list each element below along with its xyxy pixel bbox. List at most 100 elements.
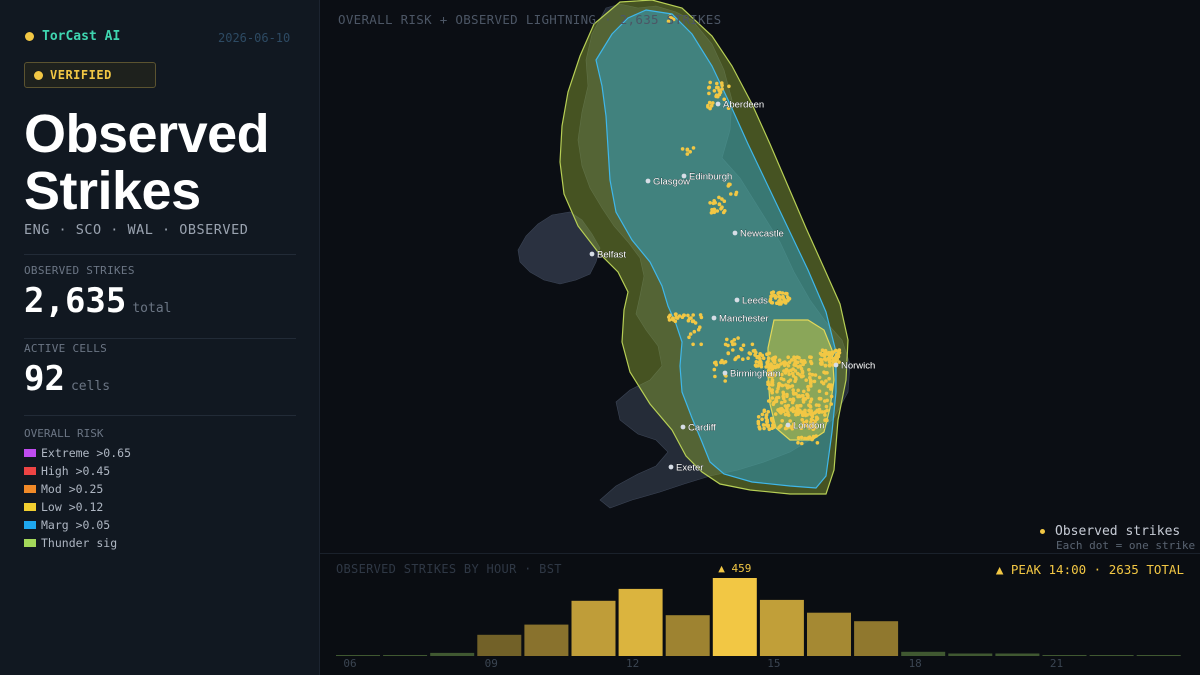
strike-dot: [698, 325, 702, 330]
strike-dot: [779, 400, 784, 405]
strike-dot: [690, 319, 695, 324]
map-canvas[interactable]: Aberdeen EdinburghGlasgow Newcastle Belfast…: [320, 0, 1200, 553]
map-legend-label: Observed strikes: [1055, 524, 1181, 539]
strike-dot: [803, 436, 807, 441]
strike-dot-icon: [1040, 529, 1045, 534]
strike-dot: [762, 426, 766, 431]
strike-dot: [718, 90, 723, 94]
strike-dot: [817, 407, 822, 412]
city-label: Aberdeen: [723, 100, 764, 111]
strike-dot: [817, 389, 822, 394]
divider: [24, 254, 296, 255]
strike-dot: [674, 312, 678, 317]
strike-dot: [823, 413, 827, 417]
strike-dot: [698, 313, 703, 317]
strike-dot: [837, 348, 842, 352]
legend-swatch: [24, 521, 36, 529]
strike-dot: [779, 362, 783, 366]
sidebar: TorCast AI 2026-06-10 VERIFIED Observed …: [0, 0, 320, 675]
strike-dot: [796, 436, 801, 440]
badge-label: VERIFIED: [50, 68, 112, 82]
strike-dot: [771, 420, 775, 424]
strike-dot: [786, 385, 791, 389]
strike-dot: [791, 391, 796, 395]
strike-dot: [790, 400, 795, 405]
strike-dot: [754, 350, 758, 355]
strike-dot: [780, 383, 785, 388]
strike-dot: [717, 202, 722, 207]
strike-dot: [804, 378, 808, 383]
histogram-bar: [383, 655, 428, 656]
strike-dot: [794, 412, 798, 417]
strike-dot: [754, 364, 758, 368]
strike-dot: [688, 332, 693, 336]
legend-item: Marg >0.05: [24, 516, 131, 534]
strike-dot: [781, 377, 786, 382]
strike-dot: [761, 423, 766, 427]
strike-dot: [731, 348, 735, 352]
title-line-1: Observed: [24, 104, 270, 164]
peak-summary: ▲ PEAK 14:00 · 2635 TOTAL: [995, 562, 1184, 577]
strike-dot: [733, 357, 737, 362]
histogram-bar: [336, 655, 380, 656]
strike-dot: [769, 294, 773, 299]
legend-item: Thunder sig: [24, 534, 131, 552]
strike-dot: [815, 441, 820, 445]
legend-label: Marg >0.05: [41, 518, 111, 532]
strike-dot: [820, 380, 824, 384]
strike-dot: [827, 376, 831, 381]
region-subtitle: ENG · SCO · WAL · OBSERVED: [24, 222, 249, 238]
histogram-bar: [618, 588, 663, 656]
map-panel[interactable]: Aberdeen Edinburgh Glasgow Newcastle Belfast…: [320, 0, 1200, 553]
histogram-bar: [807, 612, 851, 656]
strike-dot: [706, 105, 710, 109]
strike-dot: [777, 358, 782, 363]
histogram-bar: [1089, 655, 1134, 656]
strike-dot: [754, 360, 759, 364]
badge-dot-icon: [34, 70, 43, 80]
strike-dot: [772, 358, 777, 363]
city-label: Belfast: [597, 250, 626, 261]
legend-title: OVERALL RISK: [24, 427, 104, 440]
legend-item: High >0.45: [24, 462, 131, 480]
legend-swatch: [24, 467, 36, 475]
city-dot: [833, 362, 839, 368]
strike-dot: [818, 351, 823, 356]
strike-dot: [829, 387, 833, 391]
strike-dot: [790, 384, 795, 388]
strike-dot: [829, 394, 834, 399]
strike-dot: [807, 368, 811, 372]
strike-dot: [750, 342, 755, 347]
strike-dot: [748, 352, 753, 356]
legend-swatch: [24, 485, 36, 493]
strike-dot: [770, 301, 775, 305]
strike-dot: [784, 291, 788, 296]
histogram-bar: [1042, 655, 1087, 656]
strike-dot: [777, 291, 781, 295]
city-marker: Glasgow: [645, 176, 690, 188]
strike-dot: [760, 417, 764, 422]
strike-dot: [764, 415, 768, 420]
strike-dot: [810, 414, 815, 419]
strike-dot: [781, 392, 786, 396]
strike-dot: [766, 424, 770, 429]
city-label: Newcastle: [740, 229, 784, 240]
strike-dot: [723, 209, 727, 213]
strike-dot: [725, 337, 729, 342]
strike-dot: [802, 389, 806, 394]
histogram-bar: [665, 615, 710, 656]
strike-dot: [775, 389, 779, 394]
strike-dot: [777, 302, 782, 306]
strike-dot: [715, 209, 720, 213]
strike-dot: [680, 147, 685, 151]
city-dot: [645, 178, 651, 184]
city-label: Cardiff: [688, 423, 716, 434]
strike-dot: [785, 298, 790, 303]
divider: [24, 415, 296, 416]
strike-dot: [809, 355, 813, 360]
strike-dot: [773, 412, 778, 416]
strike-dot: [766, 410, 770, 414]
strike-dot: [809, 359, 813, 364]
strike-dot: [778, 424, 782, 429]
strike-dot: [732, 342, 737, 346]
